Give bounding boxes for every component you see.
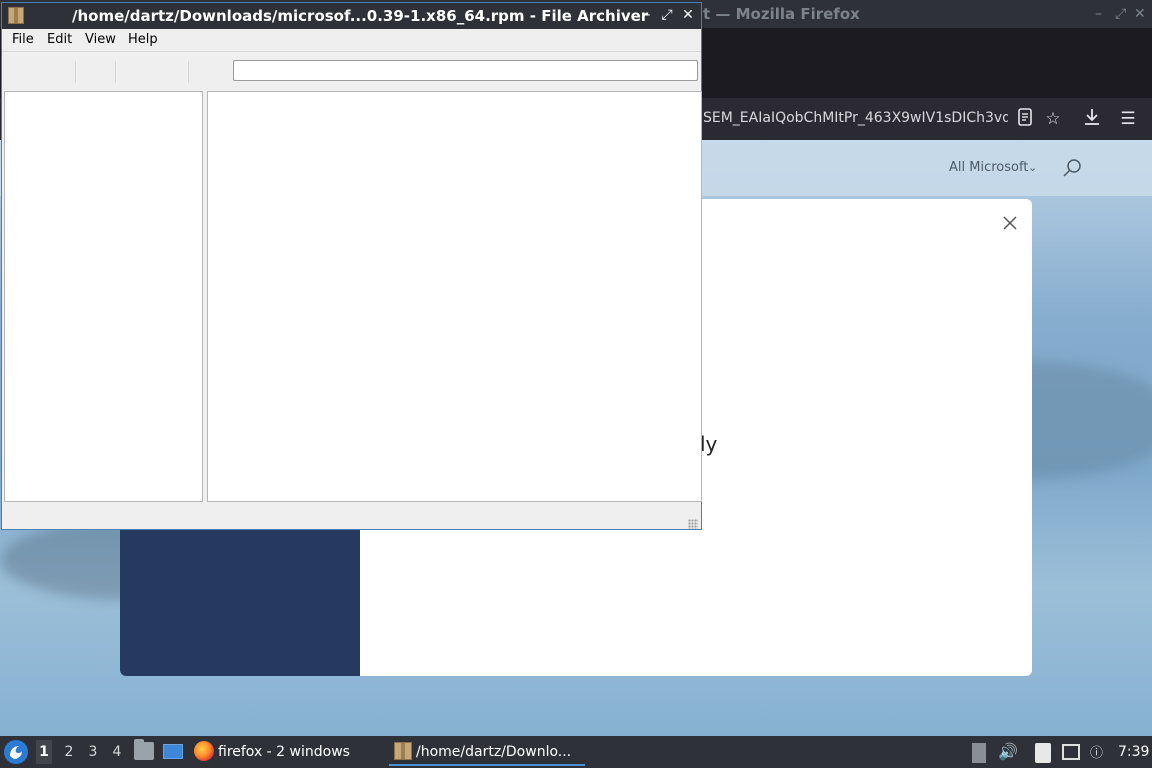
file-manager-icon[interactable] xyxy=(134,739,154,760)
search-icon[interactable] xyxy=(1062,157,1084,179)
minimize-icon[interactable]: – xyxy=(638,6,656,24)
toolbar-separator xyxy=(75,61,76,83)
firefox-icon[interactable] xyxy=(194,741,214,761)
close-icon[interactable]: ✕ xyxy=(679,6,697,24)
folder-tree-pane[interactable] xyxy=(4,91,203,502)
show-desktop-icon[interactable] xyxy=(163,744,183,759)
chevron-down-icon: ⌄ xyxy=(1028,161,1038,174)
start-menu-button[interactable] xyxy=(4,740,28,764)
clipboard-icon[interactable] xyxy=(1035,743,1051,763)
toolbar-separator xyxy=(188,61,189,83)
reader-view-icon[interactable] xyxy=(1014,108,1036,130)
status-bar xyxy=(2,503,701,529)
toolbar-separator xyxy=(115,61,116,83)
archive-icon[interactable] xyxy=(394,742,412,760)
downloads-icon[interactable] xyxy=(1081,108,1103,130)
archiver-titlebar[interactable]: /home/dartz/Downloads/microsof...0.39-1.… xyxy=(2,3,701,29)
all-microsoft-menu[interactable]: All Microsoft xyxy=(949,160,1028,175)
workspace-3-button[interactable]: 3 xyxy=(85,744,101,760)
menu-hamburger-icon[interactable]: ☰ xyxy=(1117,108,1139,130)
workspace-1-button[interactable]: 1 xyxy=(36,740,52,764)
menu-file[interactable]: File xyxy=(12,32,34,47)
close-icon[interactable]: ✕ xyxy=(1134,6,1146,22)
firefox-window-title: t — Mozilla Firefox xyxy=(703,5,860,23)
menu-view[interactable]: View xyxy=(85,32,116,47)
dialog-text-fragment: ly xyxy=(700,432,718,456)
bookmark-star-icon[interactable]: ☆ xyxy=(1042,108,1064,130)
menu-bar: File Edit View Help xyxy=(2,29,701,52)
file-list-pane[interactable] xyxy=(207,91,702,502)
menu-help[interactable]: Help xyxy=(128,32,158,47)
taskbar-item-archiver[interactable]: /home/dartz/Downlo... xyxy=(416,744,571,760)
url-bar[interactable]: SEM_EAIaIQobChMItPr_463X9wIV1sDICh3vd xyxy=(703,110,1008,130)
active-task-indicator xyxy=(389,764,585,766)
resize-grip-icon[interactable] xyxy=(688,519,698,529)
workspace-4-button[interactable]: 4 xyxy=(109,744,125,760)
clock[interactable]: 7:39 xyxy=(1118,744,1149,760)
maximize-icon[interactable]: ⤢ xyxy=(658,6,676,24)
file-archiver-window: /home/dartz/Downloads/microsof...0.39-1.… xyxy=(1,2,702,530)
taskbar-item-firefox[interactable]: firefox - 2 windows xyxy=(218,744,350,760)
network-icon[interactable] xyxy=(1062,744,1080,760)
archive-icon xyxy=(8,7,24,24)
menu-edit[interactable]: Edit xyxy=(47,32,72,47)
archiver-window-title: /home/dartz/Downloads/microsof...0.39-1.… xyxy=(72,7,649,25)
location-field[interactable] xyxy=(233,60,698,81)
minimize-icon[interactable]: – xyxy=(1095,6,1102,22)
volume-icon[interactable]: 🔊 xyxy=(998,742,1018,761)
distro-logo-icon xyxy=(10,746,22,759)
workspace-2-button[interactable]: 2 xyxy=(61,744,77,760)
notification-icon[interactable]: ⓘ xyxy=(1090,742,1103,761)
close-icon[interactable] xyxy=(1000,213,1020,233)
tray-app-icon[interactable] xyxy=(972,743,986,763)
maximize-icon[interactable]: ⤢ xyxy=(1115,6,1126,22)
